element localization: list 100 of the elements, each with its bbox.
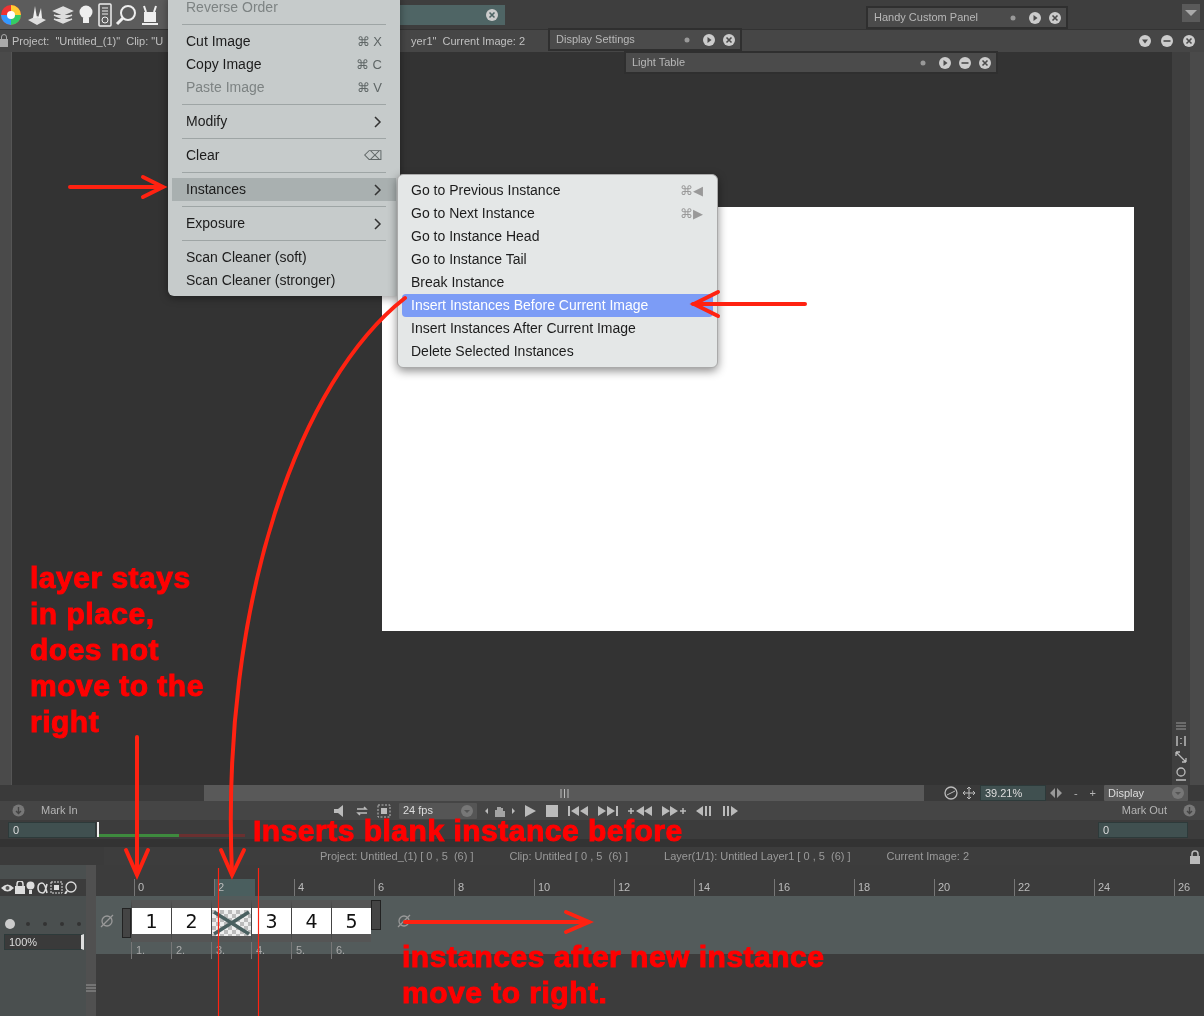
expand-icon[interactable] <box>702 32 716 47</box>
annotation-text: instances after new instance move to right. <box>402 939 826 1011</box>
rotate-icon[interactable] <box>943 786 958 800</box>
collapse-icon[interactable] <box>1138 34 1152 48</box>
dot-icon <box>920 59 926 66</box>
chevron-right-icon <box>373 115 382 128</box>
blank-cell-icon[interactable] <box>212 909 251 936</box>
image-info: yer1" Current Image: 2 <box>411 33 526 49</box>
insert-before-icon[interactable] <box>627 803 653 818</box>
display-dropdown[interactable]: Display <box>1104 785 1188 801</box>
lock-icon <box>0 34 8 48</box>
strip-end-handle[interactable] <box>371 900 381 930</box>
caret-icon <box>1172 787 1184 799</box>
project-info: Project: "Untitled_(1)" Clip: "U <box>12 33 164 49</box>
menu-item[interactable]: Copy Image ⌘ C <box>172 53 396 76</box>
flip-icon[interactable] <box>1049 788 1062 798</box>
minimize-icon[interactable] <box>1160 34 1174 48</box>
lock-icon[interactable] <box>1190 849 1200 864</box>
status-text: Clip: Untitled [ 0 , 5 (6) ] <box>509 848 629 864</box>
instance-number: 5. <box>291 942 331 959</box>
lock-icon[interactable] <box>15 881 25 894</box>
zoom-out-button[interactable]: - <box>1073 784 1078 802</box>
opacity-field[interactable]: 100% <box>4 934 84 950</box>
close-icon[interactable] <box>1182 34 1196 48</box>
grip-icon[interactable] <box>1176 721 1186 731</box>
menu-item[interactable]: Modify <box>172 110 396 133</box>
menu-item[interactable]: Go to Instance Head <box>402 225 713 248</box>
menu-item[interactable]: Scan Cleaner (stronger) <box>172 269 396 292</box>
panel-title: Handy Custom Panel <box>874 10 978 26</box>
menu-item[interactable]: Cut Image ⌘ X <box>172 30 396 53</box>
status-text: Current Image: 2 <box>886 848 970 864</box>
previous-frame-icon[interactable] <box>695 803 713 818</box>
chevron-right-icon <box>373 183 382 196</box>
strip-start-handle[interactable] <box>122 908 131 938</box>
mark-in-field[interactable]: 0 <box>8 821 96 838</box>
close-icon[interactable] <box>1048 10 1062 25</box>
menu-item[interactable]: Go to Next Instance ⌘▶ <box>402 202 713 225</box>
search-icon[interactable] <box>115 3 137 26</box>
layers-icon[interactable] <box>52 3 74 26</box>
frame-thumbnail[interactable]: 4 <box>291 900 331 942</box>
close-icon[interactable] <box>978 55 992 70</box>
mark-out-field[interactable]: 0 <box>1098 821 1188 838</box>
fps-dropdown[interactable]: 24 fps <box>399 802 477 819</box>
diagonal-arrow-icon[interactable] <box>1175 751 1187 763</box>
frame-thumbnail[interactable]: 5 <box>331 900 371 942</box>
expand-icon[interactable] <box>938 55 952 70</box>
frame-thumbnail[interactable]: 1 <box>131 900 171 942</box>
mark-out-label: Mark Out <box>1121 803 1167 819</box>
menu-item[interactable]: Go to Instance Tail <box>402 248 713 271</box>
loop-icon[interactable] <box>355 803 369 818</box>
menu-item[interactable]: Scan Cleaner (soft) <box>172 246 396 269</box>
panel-title: Display Settings <box>556 32 635 48</box>
expand-icon[interactable] <box>1028 10 1042 25</box>
empty-set-icon <box>397 914 411 929</box>
menu-item[interactable]: Clear ⌫ <box>172 144 396 167</box>
remote-icon[interactable] <box>98 2 112 27</box>
close-icon[interactable] <box>722 32 736 47</box>
minimize-icon[interactable] <box>958 55 972 70</box>
stop-icon[interactable] <box>545 803 559 818</box>
insert-after-icon[interactable] <box>661 803 687 818</box>
panel-title: Light Table <box>632 55 685 71</box>
menu-item[interactable]: Instances <box>172 178 396 201</box>
play-icon[interactable] <box>523 803 537 818</box>
instance-number: 6. <box>331 942 371 959</box>
onion-icon[interactable] <box>1175 767 1187 781</box>
zoom-in-button[interactable]: + <box>1089 784 1096 802</box>
eye-icon[interactable] <box>1 882 14 893</box>
actual-size-icon[interactable] <box>1175 735 1187 747</box>
scrollbar-thumb[interactable] <box>204 785 924 801</box>
zoom-icon[interactable] <box>64 881 77 894</box>
menu-item[interactable]: Insert Instances After Current Image <box>402 317 713 340</box>
zoom-field[interactable]: 39.21% <box>979 785 1046 801</box>
menu-item[interactable]: Exposure <box>172 212 396 235</box>
close-icon[interactable] <box>485 8 499 22</box>
instance-number: 2. <box>171 942 211 959</box>
menu-item[interactable]: Go to Previous Instance ⌘◀ <box>402 179 713 202</box>
dot-icon <box>1010 14 1016 21</box>
selection-icon[interactable] <box>50 881 63 894</box>
status-text: Layer(1/1): Untitled Layer1 [ 0 , 5 (6) ] <box>664 848 851 864</box>
chevron-right-icon <box>373 217 382 230</box>
frame-select-icon[interactable] <box>377 803 391 818</box>
lightbulb-icon[interactable] <box>77 3 95 26</box>
lightbulb-icon[interactable] <box>26 881 35 894</box>
next-frame-icon[interactable] <box>721 803 739 818</box>
menu-item[interactable]: Delete Selected Instances <box>402 340 713 363</box>
mark-in-label: Mark In <box>41 803 78 819</box>
move-icon[interactable] <box>961 786 976 800</box>
skip-to-end-icon[interactable] <box>597 803 619 818</box>
alpha-icon[interactable] <box>36 881 49 894</box>
frame-thumbnail[interactable]: 2 <box>171 900 211 942</box>
opacity-dots-icon[interactable] <box>4 918 82 930</box>
menu-item[interactable]: Break Instance <box>402 271 713 294</box>
caret-icon <box>461 804 473 817</box>
frame-thumbnail[interactable]: 3 <box>251 900 291 942</box>
annotation-text: layer stays in place, does not move to the right <box>30 560 205 740</box>
color-wheel-icon[interactable] <box>0 3 22 26</box>
status-text: Project: Untitled_(1) [ 0 , 5 (6) ] <box>320 848 474 864</box>
instance-number: 1. <box>131 942 171 959</box>
skip-to-start-icon[interactable] <box>567 803 589 818</box>
grip-icon <box>559 788 569 798</box>
